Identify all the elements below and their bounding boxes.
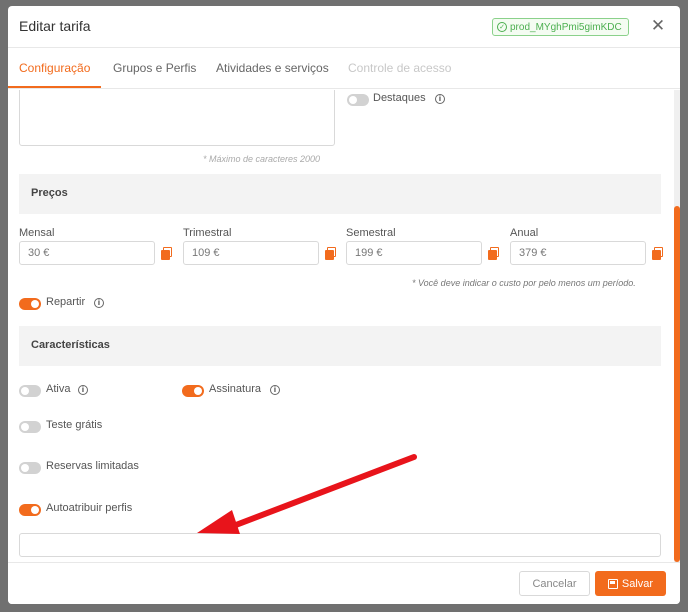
scrollbar-thumb[interactable] [674, 206, 680, 562]
features-section-header: Características [19, 326, 661, 366]
modal-header: Editar tarifa ✓ prod_MYghPmi5gimKDC ✕ [8, 6, 680, 48]
active-tab-indicator [8, 86, 101, 88]
copy-icon[interactable] [161, 247, 172, 260]
features-section-title: Características [31, 339, 110, 351]
info-icon[interactable]: i [78, 385, 88, 395]
prices-section-header: Preços [19, 174, 661, 214]
free-trial-label: Teste grátis [46, 419, 103, 431]
active-toggle[interactable] [19, 385, 41, 397]
active-label: Ativa [46, 383, 71, 395]
modal-content: * Máximo de caracteres 2000 Destaques i … [8, 90, 680, 562]
content-scrollbar[interactable] [674, 90, 680, 562]
quarterly-price-input[interactable]: 109 € [183, 241, 319, 265]
close-icon[interactable]: ✕ [650, 17, 666, 35]
info-icon[interactable]: i [94, 298, 104, 308]
background-page-edge [0, 0, 8, 612]
highlights-toggle[interactable] [347, 94, 369, 106]
monthly-label: Mensal [19, 227, 55, 239]
info-icon[interactable]: i [270, 385, 280, 395]
tab-grupos-perfis[interactable]: Grupos e Perfis [113, 61, 196, 75]
edit-rate-modal: Editar tarifa ✓ prod_MYghPmi5gimKDC ✕ Co… [8, 6, 680, 604]
check-circle-icon: ✓ [497, 22, 507, 32]
description-char-hint: * Máximo de caracteres 2000 [203, 154, 321, 164]
tab-atividades-servicos[interactable]: Atividades e serviços [216, 61, 329, 75]
limited-bookings-label: Reservas limitadas [46, 460, 139, 472]
info-icon[interactable]: i [435, 94, 445, 104]
limited-bookings-toggle[interactable] [19, 462, 41, 474]
product-id-badge: ✓ prod_MYghPmi5gimKDC [492, 18, 629, 36]
auto-assign-profiles-label: Autoatribuir perfis [46, 502, 133, 514]
tab-configuracao[interactable]: Configuração [19, 61, 90, 75]
subscription-label: Assinatura [209, 383, 261, 395]
tab-bar: Configuração Grupos e Perfis Atividades … [8, 49, 680, 89]
auto-assign-profiles-toggle[interactable] [19, 504, 41, 516]
tab-controle-acesso: Controle de acesso [348, 61, 452, 75]
monthly-price-input[interactable]: 30 € [19, 241, 155, 265]
save-button[interactable]: Salvar [595, 571, 666, 596]
subscription-toggle[interactable] [182, 385, 204, 397]
copy-icon[interactable] [325, 247, 336, 260]
quarterly-label: Trimestral [183, 227, 232, 239]
period-hint: * Você deve indicar o custo por pelo men… [412, 278, 636, 288]
save-button-label: Salvar [621, 577, 654, 590]
annual-price-input[interactable]: 379 € [510, 241, 646, 265]
cancel-button[interactable]: Cancelar [519, 571, 590, 596]
copy-icon[interactable] [488, 247, 499, 260]
copy-icon[interactable] [652, 247, 663, 260]
split-label: Repartir [46, 296, 86, 308]
modal-title: Editar tarifa [19, 18, 91, 34]
highlights-label: Destaques [373, 92, 426, 104]
split-toggle[interactable] [19, 298, 41, 310]
semiannual-label: Semestral [346, 227, 396, 239]
free-trial-toggle[interactable] [19, 421, 41, 433]
annual-label: Anual [510, 227, 539, 239]
save-icon [607, 578, 618, 589]
product-id-text: prod_MYghPmi5gimKDC [510, 21, 622, 33]
prices-section-title: Preços [31, 187, 68, 199]
profiles-input[interactable] [19, 533, 661, 557]
modal-footer: Cancelar Salvar [8, 562, 680, 604]
description-textarea[interactable] [19, 90, 335, 146]
semiannual-price-input[interactable]: 199 € [346, 241, 482, 265]
